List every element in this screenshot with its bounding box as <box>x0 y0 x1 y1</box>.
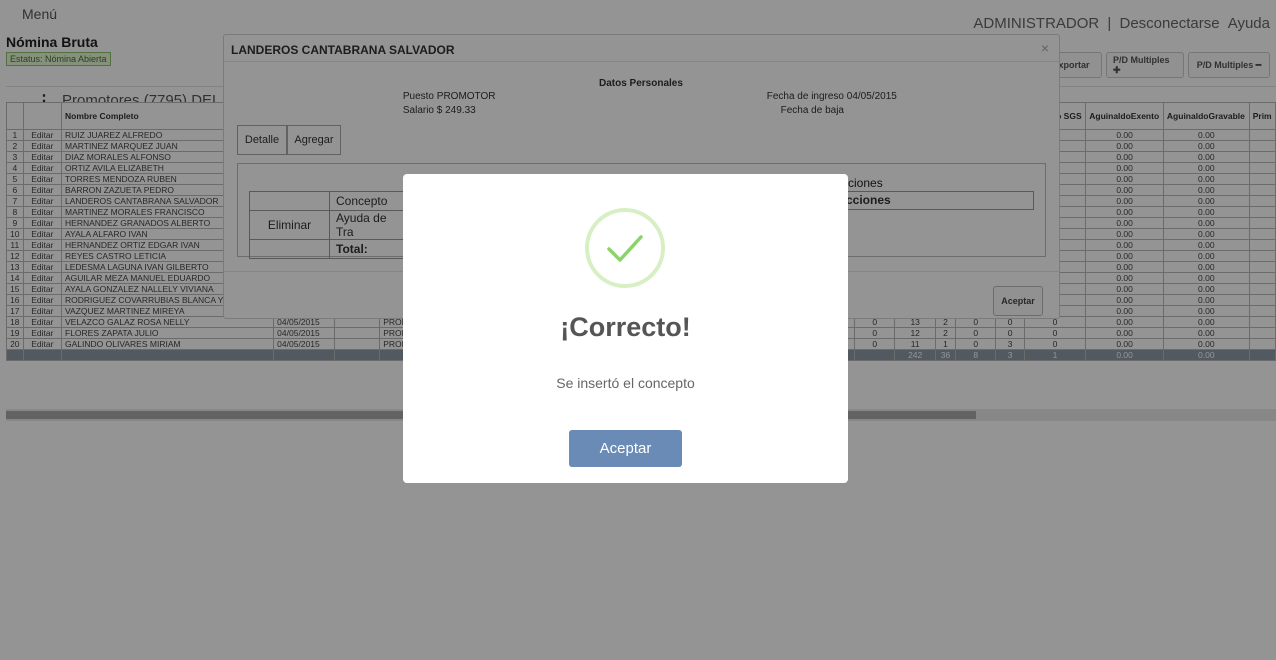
success-message: Se insertó el concepto <box>556 375 695 391</box>
success-title: ¡Correcto! <box>560 312 691 342</box>
accept-button[interactable]: Aceptar <box>569 430 682 467</box>
success-dialog: ¡Correcto! Se insertó el concepto Acepta… <box>403 174 848 483</box>
success-check-icon <box>585 208 665 288</box>
checkmark-icon <box>607 235 643 262</box>
